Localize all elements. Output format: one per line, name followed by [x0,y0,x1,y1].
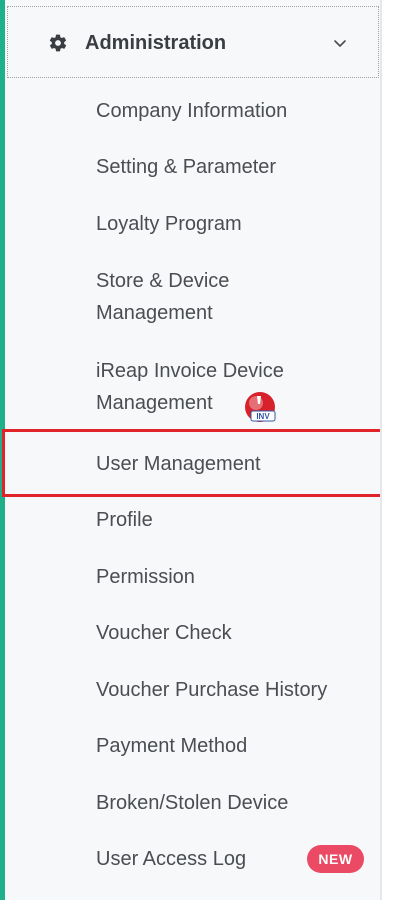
gear-icon [49,34,67,52]
administration-section-header[interactable]: Administration [7,6,379,78]
menu-item-setting-parameter[interactable]: Setting & Parameter [96,151,276,183]
inv-badge-text: INV [256,412,270,421]
menu-item-user-access-log[interactable]: User Access Log [96,843,246,875]
section-title: Administration [85,32,227,54]
user-management-highlight [2,429,403,497]
menu-item-voucher-check[interactable]: Voucher Check [96,617,232,649]
menu-item-loyalty-program[interactable]: Loyalty Program [96,208,242,240]
inv-badge-icon: INV [245,392,276,422]
menu-item-voucher-purchase-history[interactable]: Voucher Purchase History [96,674,327,706]
new-badge: NEW [307,845,364,873]
menu-item-company-information[interactable]: Company Information [96,95,287,127]
sidebar: Administration Company Information Setti… [0,0,404,900]
menu-item-payment-method[interactable]: Payment Method [96,730,247,762]
content-area-edge [382,0,404,900]
menu-item-broken-stolen-device[interactable]: Broken/Stolen Device [96,787,288,819]
menu-item-profile[interactable]: Profile [96,504,153,536]
menu-item-permission[interactable]: Permission [96,561,195,593]
menu-item-store-device-management[interactable]: Store & Device Management [96,265,266,329]
chevron-down-icon[interactable] [332,35,348,51]
menu-item-ireap-invoice-device-management[interactable]: iReap Invoice Device Management [96,355,336,419]
